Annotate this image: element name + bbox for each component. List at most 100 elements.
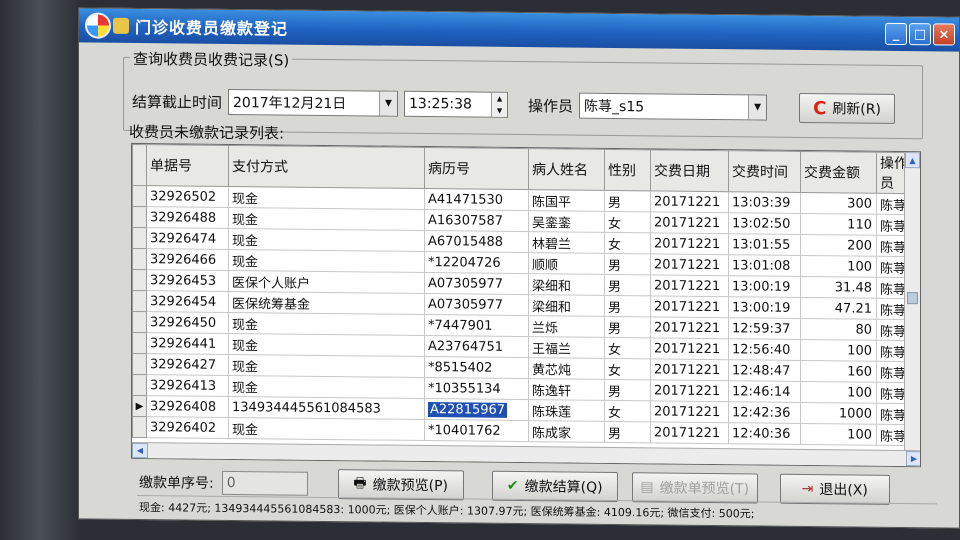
row-indicator[interactable]	[132, 416, 147, 438]
table-cell: 男	[604, 421, 651, 443]
column-header[interactable]: 病人姓名	[528, 148, 605, 191]
operator-value: 陈荨_s15	[584, 98, 645, 116]
table-cell: 医保个人账户	[228, 270, 425, 294]
table-cell: 12:42:36	[728, 401, 801, 424]
column-header[interactable]: 交费金额	[800, 151, 877, 194]
row-indicator[interactable]	[132, 248, 147, 270]
table-cell: 现金	[228, 354, 425, 378]
table-cell: A07305977	[424, 272, 529, 295]
column-header[interactable]: 单据号	[146, 144, 229, 187]
table-cell: 现金	[228, 375, 425, 399]
operator-dropdown-icon[interactable]: ▼	[748, 95, 767, 120]
exit-button[interactable]: ⇥ 退出(X)	[779, 473, 890, 505]
table-cell: A16307587	[424, 209, 529, 232]
minimize-button[interactable]: _	[885, 22, 907, 46]
serial-value: 0	[226, 474, 236, 492]
column-header[interactable]: 性别	[604, 149, 651, 191]
table-cell: 80	[800, 318, 877, 341]
table-cell: 20171221	[650, 316, 729, 339]
vertical-scrollbar[interactable]: ▲	[904, 152, 920, 453]
table-cell: 男	[604, 274, 651, 296]
operator-label: 操作员	[528, 96, 574, 116]
column-header[interactable]: 病历号	[424, 147, 529, 190]
settle-button[interactable]: ✔ 缴款结算(Q)	[491, 470, 618, 503]
table-cell: 134934445561084583	[228, 396, 425, 420]
time-field[interactable]: 13:25:38 ▲ ▼	[404, 90, 509, 118]
spin-up-icon[interactable]: ▲	[492, 93, 507, 105]
query-group-label: 查询收费员收费记录(S)	[130, 47, 293, 71]
row-indicator[interactable]	[132, 227, 147, 249]
scroll-up-icon[interactable]: ▲	[905, 152, 920, 169]
time-value: 13:25:38	[409, 95, 472, 113]
refresh-button[interactable]: C 刷新(R)	[799, 92, 896, 124]
date-picker[interactable]: 2017年12月21日 ▼	[228, 88, 399, 117]
table-cell: 现金	[228, 228, 425, 252]
spin-down-icon[interactable]: ▼	[492, 105, 507, 117]
row-indicator[interactable]	[132, 185, 147, 207]
column-header[interactable]: 支付方式	[228, 145, 425, 189]
table-cell: 20171221	[650, 421, 729, 444]
row-indicator[interactable]	[132, 269, 147, 291]
table-cell: 32926488	[146, 206, 229, 229]
scroll-left-icon[interactable]: ◀	[132, 442, 148, 459]
table-cell: 12:56:40	[728, 338, 801, 361]
row-indicator[interactable]	[132, 374, 147, 396]
table-cell: 顺顺	[528, 252, 605, 275]
column-header[interactable]: 交费日期	[650, 149, 729, 192]
row-selector-icon[interactable]: ▶	[132, 395, 147, 417]
table-cell: 20171221	[650, 337, 729, 360]
operator-select[interactable]: 陈荨_s15 ▼	[579, 92, 768, 121]
preview-label: 缴款预览(P)	[372, 477, 449, 495]
table-cell: 100	[800, 381, 877, 404]
table-cell: 12:46:14	[728, 380, 801, 403]
selected-cell-text: A22815967	[428, 401, 508, 418]
check-icon: ✔	[506, 477, 519, 494]
row-indicator[interactable]	[132, 311, 147, 333]
slip-preview-button[interactable]: ▤ 缴款单预览(T)	[631, 472, 758, 504]
table-cell: 20171221	[650, 379, 729, 402]
table-cell: 20171221	[650, 400, 729, 423]
table-cell: A67015488	[424, 230, 529, 253]
table-cell: 20171221	[650, 232, 729, 255]
table-cell: 32926466	[146, 248, 229, 271]
table-cell: 32926413	[146, 374, 229, 397]
table-cell: 现金	[228, 312, 425, 336]
serial-field[interactable]: 0	[221, 470, 308, 496]
horizontal-scrollbar[interactable]: ◀ ▶	[132, 441, 921, 467]
table-cell: 13:03:39	[728, 191, 801, 214]
app-logo-icon	[85, 12, 111, 39]
row-indicator[interactable]	[132, 206, 147, 228]
table-cell: 陈国平	[528, 189, 605, 212]
maximize-button[interactable]: □	[909, 23, 931, 46]
table-cell: 160	[800, 360, 877, 383]
table-cell: 兰烁	[528, 315, 605, 338]
table-cell: 梁细和	[528, 273, 605, 296]
row-indicator[interactable]	[132, 290, 147, 312]
table-cell: 20171221	[650, 253, 729, 276]
scroll-thumb[interactable]	[907, 292, 918, 305]
table-cell: 100	[800, 339, 877, 362]
table-cell: 王福兰	[528, 336, 605, 359]
table-cell: 32926402	[146, 416, 229, 439]
records-grid[interactable]: 单据号 支付方式 病历号 病人姓名 性别 交费日期 交费时间 交费金额 操作员 32926502…	[131, 142, 921, 468]
table-cell: 47.21	[800, 297, 877, 320]
preview-button[interactable]: 🖶 缴款预览(P)	[337, 469, 464, 501]
table-cell: A23764751	[424, 335, 529, 358]
date-dropdown-icon[interactable]: ▼	[379, 91, 398, 116]
table-cell: 男	[604, 253, 651, 275]
column-header[interactable]: 交费时间	[728, 150, 801, 193]
date-value: 2017年12月21日	[233, 95, 347, 113]
close-button[interactable]: ×	[933, 23, 955, 46]
table-cell: 100	[800, 423, 877, 446]
table-cell: 男	[604, 379, 651, 401]
scroll-right-icon[interactable]: ▶	[906, 451, 921, 467]
exit-label: 退出(X)	[819, 482, 868, 499]
table-cell: 陈成家	[528, 420, 605, 443]
row-indicator[interactable]	[132, 332, 147, 354]
table-cell: *8515402	[424, 356, 529, 379]
table-cell: 31.48	[800, 276, 877, 299]
table-cell: 男	[604, 190, 651, 212]
table-cell: 1000	[800, 402, 877, 425]
row-indicator[interactable]	[132, 353, 147, 375]
time-spinner[interactable]: ▲ ▼	[491, 92, 508, 117]
